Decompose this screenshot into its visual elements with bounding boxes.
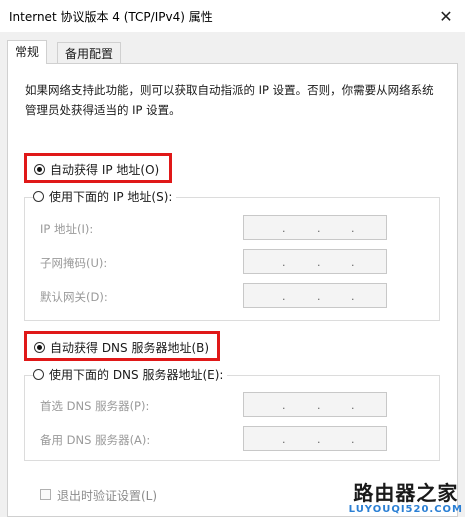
radio-icon [33, 369, 44, 380]
ip-address-input[interactable]: ... [243, 215, 387, 240]
close-icon: ✕ [439, 6, 453, 26]
radio-icon [34, 164, 45, 175]
validate-label: 退出时验证设置(L) [57, 489, 158, 503]
window-title: Internet 协议版本 4 (TCP/IPv4) 属性 [9, 10, 213, 24]
preferred-dns-label: 首选 DNS 服务器(P): [40, 399, 150, 413]
title-bar: Internet 协议版本 4 (TCP/IPv4) 属性 ✕ [0, 0, 465, 32]
default-gateway-label: 默认网关(D): [40, 290, 108, 304]
ip-auto-radio[interactable]: 自动获得 IP 地址(O) [34, 161, 159, 178]
subnet-mask-label: 子网掩码(U): [40, 256, 108, 270]
radio-icon [33, 191, 44, 202]
watermark-logo: 路由器之家 LUYOUQI520.COM [349, 482, 463, 515]
radio-icon [34, 342, 45, 353]
tab-alternate-config[interactable]: 备用配置 [57, 42, 122, 64]
validate-checkbox[interactable] [40, 489, 51, 500]
preferred-dns-input[interactable]: ... [243, 392, 387, 417]
dns-manual-radio[interactable]: 使用下面的 DNS 服务器地址(E): [33, 366, 228, 383]
ip-manual-radio[interactable]: 使用下面的 IP 地址(S): [33, 188, 177, 205]
watermark-main: 路由器之家 [353, 481, 459, 505]
dns-manual-label: 使用下面的 DNS 服务器地址(E): [49, 368, 224, 382]
tab-general[interactable]: 常规 [7, 40, 48, 64]
alternate-dns-label: 备用 DNS 服务器(A): [40, 433, 151, 447]
watermark-sub: LUYOUQI520.COM [348, 504, 463, 515]
dns-auto-radio[interactable]: 自动获得 DNS 服务器地址(B) [34, 339, 209, 356]
description-text: 如果网络支持此功能，则可以获取自动指派的 IP 设置。否则，你需要从网络系统管理… [25, 83, 434, 117]
subnet-mask-input[interactable]: ... [243, 249, 387, 274]
ip-auto-label: 自动获得 IP 地址(O) [50, 163, 160, 177]
dns-auto-label: 自动获得 DNS 服务器地址(B) [50, 341, 210, 355]
close-button[interactable]: ✕ [433, 4, 459, 28]
ip-manual-label: 使用下面的 IP 地址(S): [49, 190, 173, 204]
ip-address-label: IP 地址(I): [40, 222, 94, 236]
default-gateway-input[interactable]: ... [243, 283, 387, 308]
alternate-dns-input[interactable]: ... [243, 426, 387, 451]
